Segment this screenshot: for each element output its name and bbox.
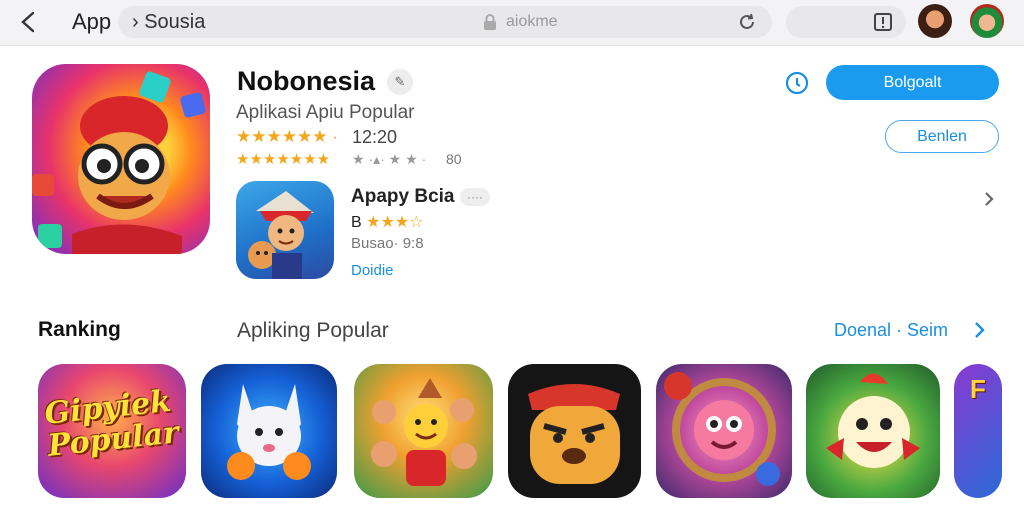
chevron-right-icon[interactable] <box>982 190 996 213</box>
app-tile[interactable] <box>354 364 493 498</box>
avatar[interactable] <box>970 4 1004 38</box>
app-subtitle: Aplikasi Apiu Popular <box>236 102 415 123</box>
rating-extra: ★ ·▴· ★ ★ · <box>352 151 427 167</box>
edit-icon[interactable]: ✎ <box>387 69 413 95</box>
back-arrow-icon[interactable] <box>14 8 42 36</box>
chevron-right-icon[interactable] <box>972 320 988 345</box>
section-subtitle: Apliking Popular <box>237 319 389 342</box>
featured-meta: Busao· 9:8 <box>351 235 424 252</box>
app-tile[interactable] <box>806 364 940 498</box>
app-tile[interactable]: Gipyiek Popular <box>38 364 186 498</box>
app-tile[interactable] <box>656 364 792 498</box>
app-tile[interactable] <box>201 364 337 498</box>
app-icon[interactable] <box>32 64 210 254</box>
featured-app-icon[interactable] <box>236 181 334 279</box>
rating-stars: ★★★★★★ · <box>236 127 338 146</box>
rating-stars-secondary: ★★★★★★★ <box>236 151 331 168</box>
featured-title: Apapy Bcia <box>351 186 455 207</box>
tile-letter: F <box>970 374 986 404</box>
lock-icon <box>483 13 497 36</box>
avatar[interactable] <box>918 4 952 38</box>
featured-rating: B ★★★☆ <box>351 212 424 232</box>
tile-label: Gipyiek Popular <box>42 383 181 464</box>
tabs-pill[interactable] <box>786 6 906 38</box>
app-tile[interactable]: F <box>954 364 1002 498</box>
see-all-link[interactable]: Doenal · Seim <box>834 320 948 341</box>
browser-toolbar: App › Sousia aiokme <box>0 0 1024 46</box>
address-text: › Sousia <box>132 11 206 33</box>
section-title: Ranking <box>38 318 121 341</box>
rating-prefix: B <box>351 214 362 231</box>
reload-icon[interactable] <box>736 11 758 38</box>
more-options-icon[interactable]: ···· <box>460 188 490 206</box>
tabs-icon[interactable] <box>872 11 894 38</box>
info-icon[interactable] <box>784 70 810 101</box>
address-bar[interactable]: › Sousia aiokme <box>118 6 772 38</box>
url-host: aiokme <box>506 13 558 30</box>
rating-value: 12:20 <box>352 127 398 147</box>
featured-link[interactable]: Doidie <box>351 262 394 279</box>
get-button[interactable]: Bolgoalt <box>826 65 999 100</box>
rating-count: 80 <box>446 151 462 167</box>
app-tile[interactable] <box>508 364 641 498</box>
app-title: Nobonesia <box>237 66 376 96</box>
rating-stars: ★★★☆ <box>366 214 424 231</box>
secondary-button[interactable]: Benlen <box>885 120 999 153</box>
app-label: App <box>72 9 112 34</box>
